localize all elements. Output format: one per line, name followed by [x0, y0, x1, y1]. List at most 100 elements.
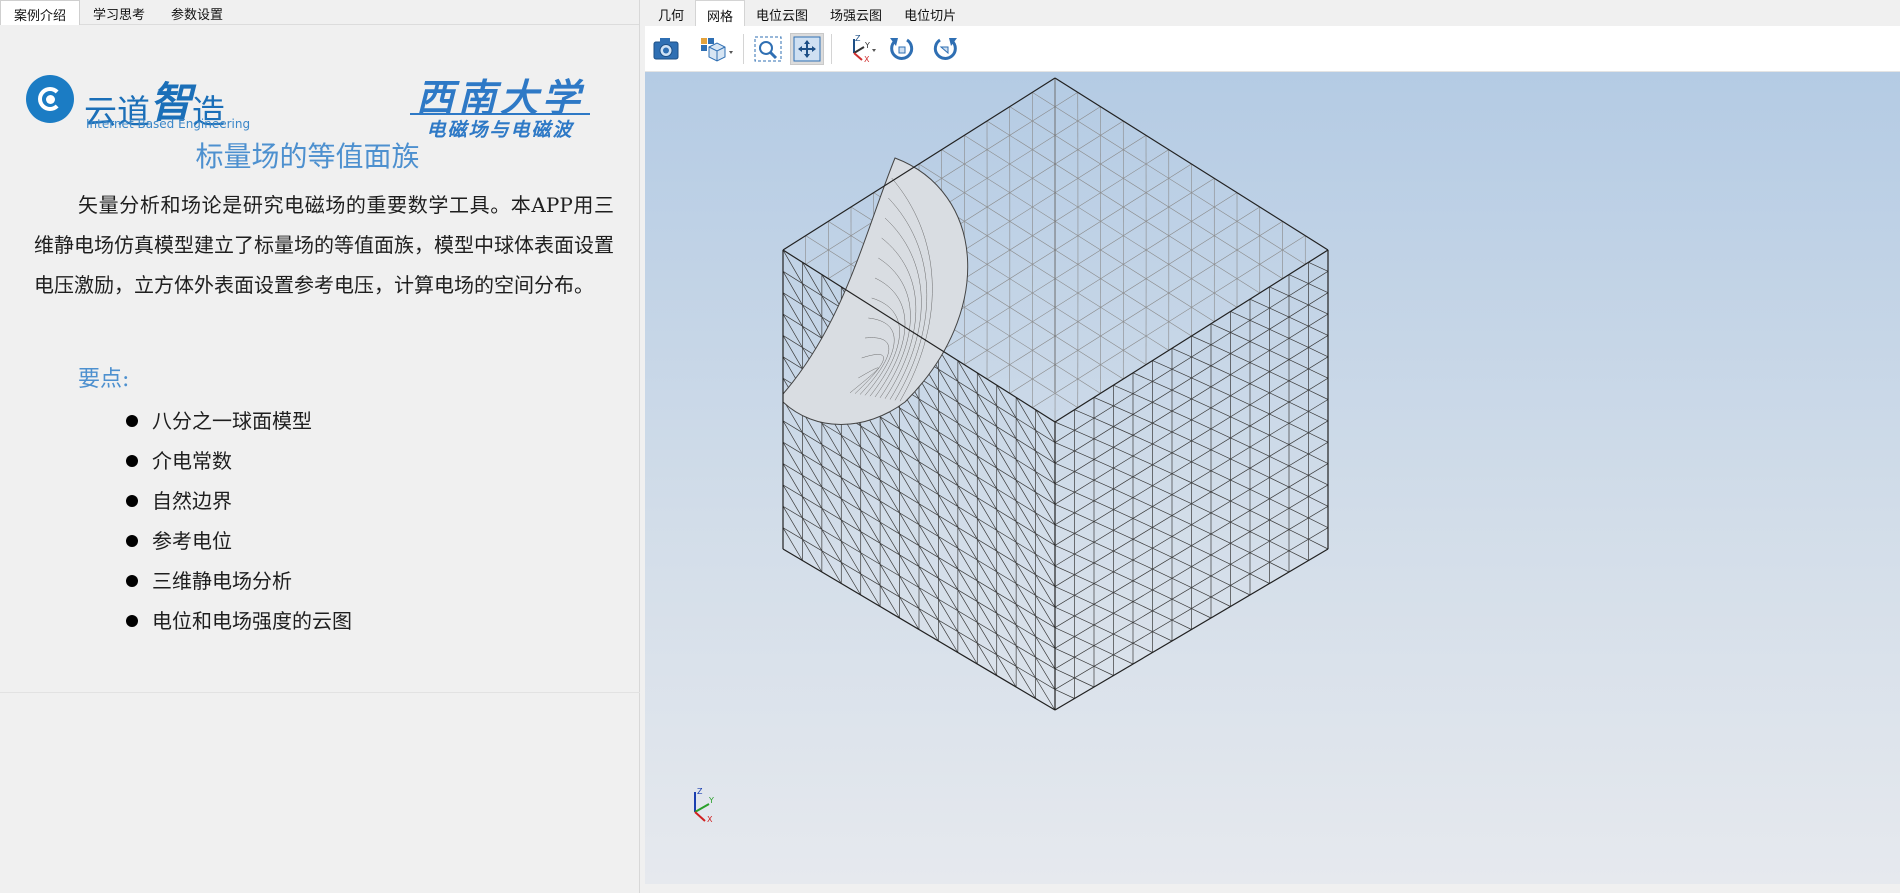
mesh-line — [1074, 471, 1095, 481]
mesh-line — [899, 470, 920, 504]
mesh-line — [899, 512, 920, 546]
mesh-line — [996, 405, 1017, 439]
mesh-line — [1171, 494, 1192, 505]
mesh-line — [1152, 360, 1173, 370]
tab-field-plot[interactable]: 场强云图 — [819, 0, 893, 26]
mesh-line — [1152, 506, 1173, 516]
mesh-line — [1093, 521, 1114, 531]
mesh-line — [1171, 410, 1192, 421]
mesh-line — [976, 455, 998, 490]
case-intro-content: 云道智造 Internet Based Engineering 西南大学 电磁场… — [0, 25, 640, 693]
mesh-line — [1074, 450, 1095, 460]
mesh-line — [1230, 585, 1251, 596]
mesh-line — [996, 592, 1017, 626]
mesh-line — [1152, 547, 1173, 558]
mesh-line — [1210, 533, 1231, 544]
mesh-line — [1152, 589, 1173, 600]
mesh-line — [1269, 350, 1290, 360]
mesh-line — [1191, 566, 1212, 577]
mesh-line — [1113, 612, 1134, 623]
mesh-line — [976, 518, 998, 552]
camera-icon[interactable] — [649, 33, 683, 65]
mesh-line — [1152, 381, 1173, 391]
mesh-line — [996, 550, 1017, 584]
tab-case-intro[interactable]: 案例介绍 — [0, 0, 81, 25]
mesh-line — [957, 631, 978, 665]
mesh-line — [1113, 384, 1134, 394]
mesh-line — [840, 498, 862, 532]
mesh-line — [1015, 666, 1036, 699]
mesh-line — [821, 465, 842, 499]
mesh-line — [1171, 473, 1192, 484]
yundao-logo-swirl-core — [46, 95, 55, 104]
key-point-text: 电位和电场强度的云图 — [152, 609, 352, 633]
tab-mesh[interactable]: 网格 — [695, 0, 746, 26]
mesh-line — [1269, 561, 1290, 573]
tab-geometry[interactable]: 几何 — [647, 0, 695, 26]
mesh-line — [1288, 550, 1309, 561]
mesh-line — [860, 468, 881, 502]
pan-fit-icon[interactable] — [790, 33, 824, 65]
mesh-line — [1288, 380, 1309, 391]
mesh-line — [1113, 405, 1134, 415]
mesh-line — [1308, 496, 1329, 507]
mesh-line — [1249, 341, 1270, 351]
mesh-line — [1210, 428, 1231, 439]
mesh-line — [1308, 325, 1329, 336]
mesh-line — [1132, 559, 1153, 570]
mesh-line — [899, 491, 920, 525]
mesh-line — [996, 509, 1017, 543]
mesh-line — [1288, 316, 1309, 327]
tab-parameters[interactable]: 参数设置 — [158, 0, 236, 24]
mesh-line — [821, 444, 842, 478]
axis-orientation-icon[interactable]: ZYX — [840, 33, 880, 65]
key-points-list: 八分之一球面模型 介电常数 自然边界 参考电位 三维静电场分析 电位和电场强度的… — [122, 401, 352, 641]
yundao-logo: 云道智造 Internet Based Engineering — [22, 47, 250, 137]
mesh-line — [957, 506, 978, 540]
mesh-line — [1132, 601, 1153, 612]
mesh-line — [918, 587, 939, 621]
mesh-line — [821, 508, 842, 542]
mesh-line — [1015, 645, 1036, 679]
graphics-viewport[interactable]: Z Y X — [645, 72, 1900, 884]
mesh-line — [996, 447, 1017, 481]
mesh-line — [1249, 446, 1270, 457]
mesh-line — [918, 566, 939, 600]
zoom-box-icon[interactable] — [751, 33, 785, 65]
mesh-line — [1191, 461, 1212, 472]
mesh-line — [1132, 580, 1153, 591]
mesh-line — [860, 489, 881, 523]
key-point-text: 八分之一球面模型 — [152, 409, 312, 433]
mesh-line — [860, 552, 881, 586]
mesh-line — [1230, 521, 1251, 532]
tab-study-think[interactable]: 学习思考 — [80, 0, 158, 24]
mesh-line — [782, 271, 803, 306]
mesh-line — [976, 622, 998, 655]
mesh-line — [860, 510, 881, 544]
tab-potential-slice[interactable]: 电位切片 — [893, 0, 967, 26]
mesh-line — [1269, 519, 1290, 530]
mesh-line — [1015, 562, 1036, 596]
mesh-line — [1113, 488, 1134, 498]
rotate-cw-icon[interactable] — [928, 33, 962, 65]
mesh-line — [1132, 372, 1153, 382]
mesh-line — [879, 479, 900, 514]
mesh-line — [918, 440, 939, 474]
mesh-line — [1015, 417, 1036, 452]
tab-potential-plot[interactable]: 电位云图 — [745, 0, 819, 26]
mesh-line — [976, 580, 998, 614]
mesh-line — [1152, 610, 1173, 621]
mesh-line — [1132, 455, 1153, 466]
mesh-line — [840, 519, 862, 553]
mesh-line — [1171, 619, 1192, 630]
mesh-line — [1288, 422, 1309, 434]
bullet-icon — [126, 535, 138, 547]
mesh-line — [802, 453, 823, 488]
rotate-ccw-icon[interactable] — [885, 33, 919, 65]
mesh-line — [976, 601, 998, 635]
mesh-line — [1015, 624, 1036, 658]
mesh-line — [1074, 595, 1095, 605]
mesh-line — [1230, 416, 1251, 427]
view-cube-icon[interactable] — [697, 33, 737, 65]
mesh-line — [899, 428, 920, 462]
